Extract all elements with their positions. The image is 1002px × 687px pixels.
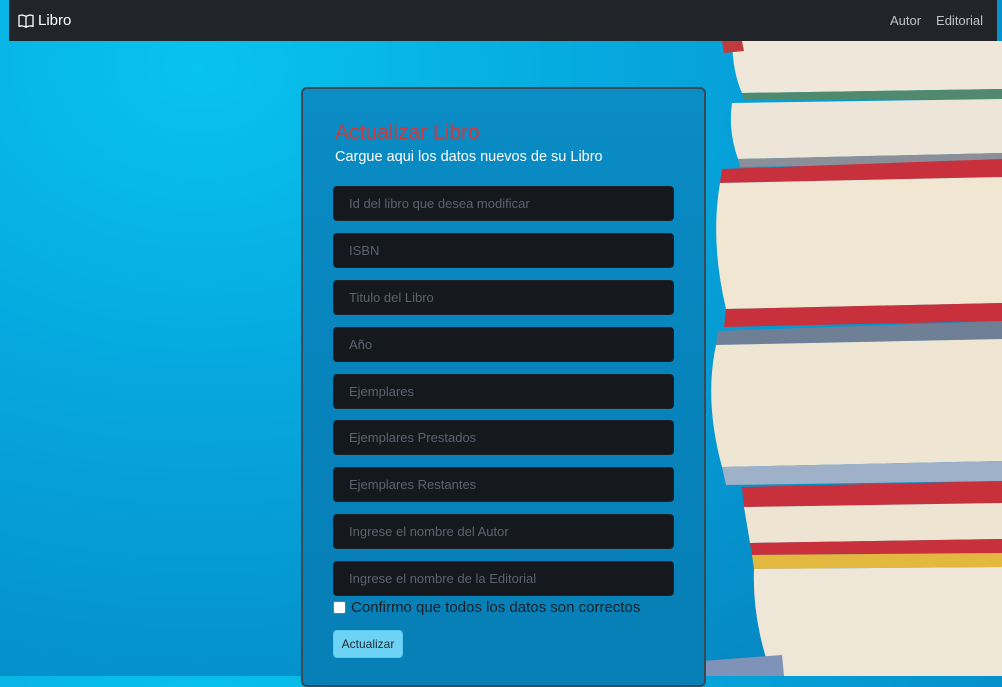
update-book-form: Actualizar Libro Cargue aqui los datos n…: [301, 87, 706, 687]
navbar-brand[interactable]: Libro: [18, 12, 71, 29]
book-stack-image: [702, 41, 1002, 676]
confirm-label[interactable]: Confirmo que todos los datos son correct…: [351, 599, 640, 616]
isbn-input[interactable]: [333, 233, 674, 268]
confirm-checkbox[interactable]: [333, 601, 346, 614]
title-input[interactable]: [333, 280, 674, 315]
book-id-input[interactable]: [333, 186, 674, 221]
nav-link-autor[interactable]: Autor: [890, 13, 921, 28]
copies-input[interactable]: [333, 374, 674, 409]
remaining-copies-input[interactable]: [333, 467, 674, 502]
author-name-input[interactable]: [333, 514, 674, 549]
top-navbar: Libro Autor Editorial: [9, 0, 997, 41]
borrowed-copies-input[interactable]: [333, 420, 674, 455]
nav-link-editorial[interactable]: Editorial: [936, 13, 983, 28]
update-button[interactable]: Actualizar: [333, 630, 403, 658]
navbar-brand-label: Libro: [38, 12, 72, 29]
year-input[interactable]: [333, 327, 674, 362]
form-title: Actualizar Libro: [335, 121, 480, 144]
form-subtitle: Cargue aqui los datos nuevos de su Libro: [335, 149, 603, 165]
book-icon: [18, 13, 34, 28]
publisher-name-input[interactable]: [333, 561, 674, 596]
confirm-row: Confirmo que todos los datos son correct…: [333, 599, 640, 616]
navbar-links: Autor Editorial: [890, 13, 983, 28]
